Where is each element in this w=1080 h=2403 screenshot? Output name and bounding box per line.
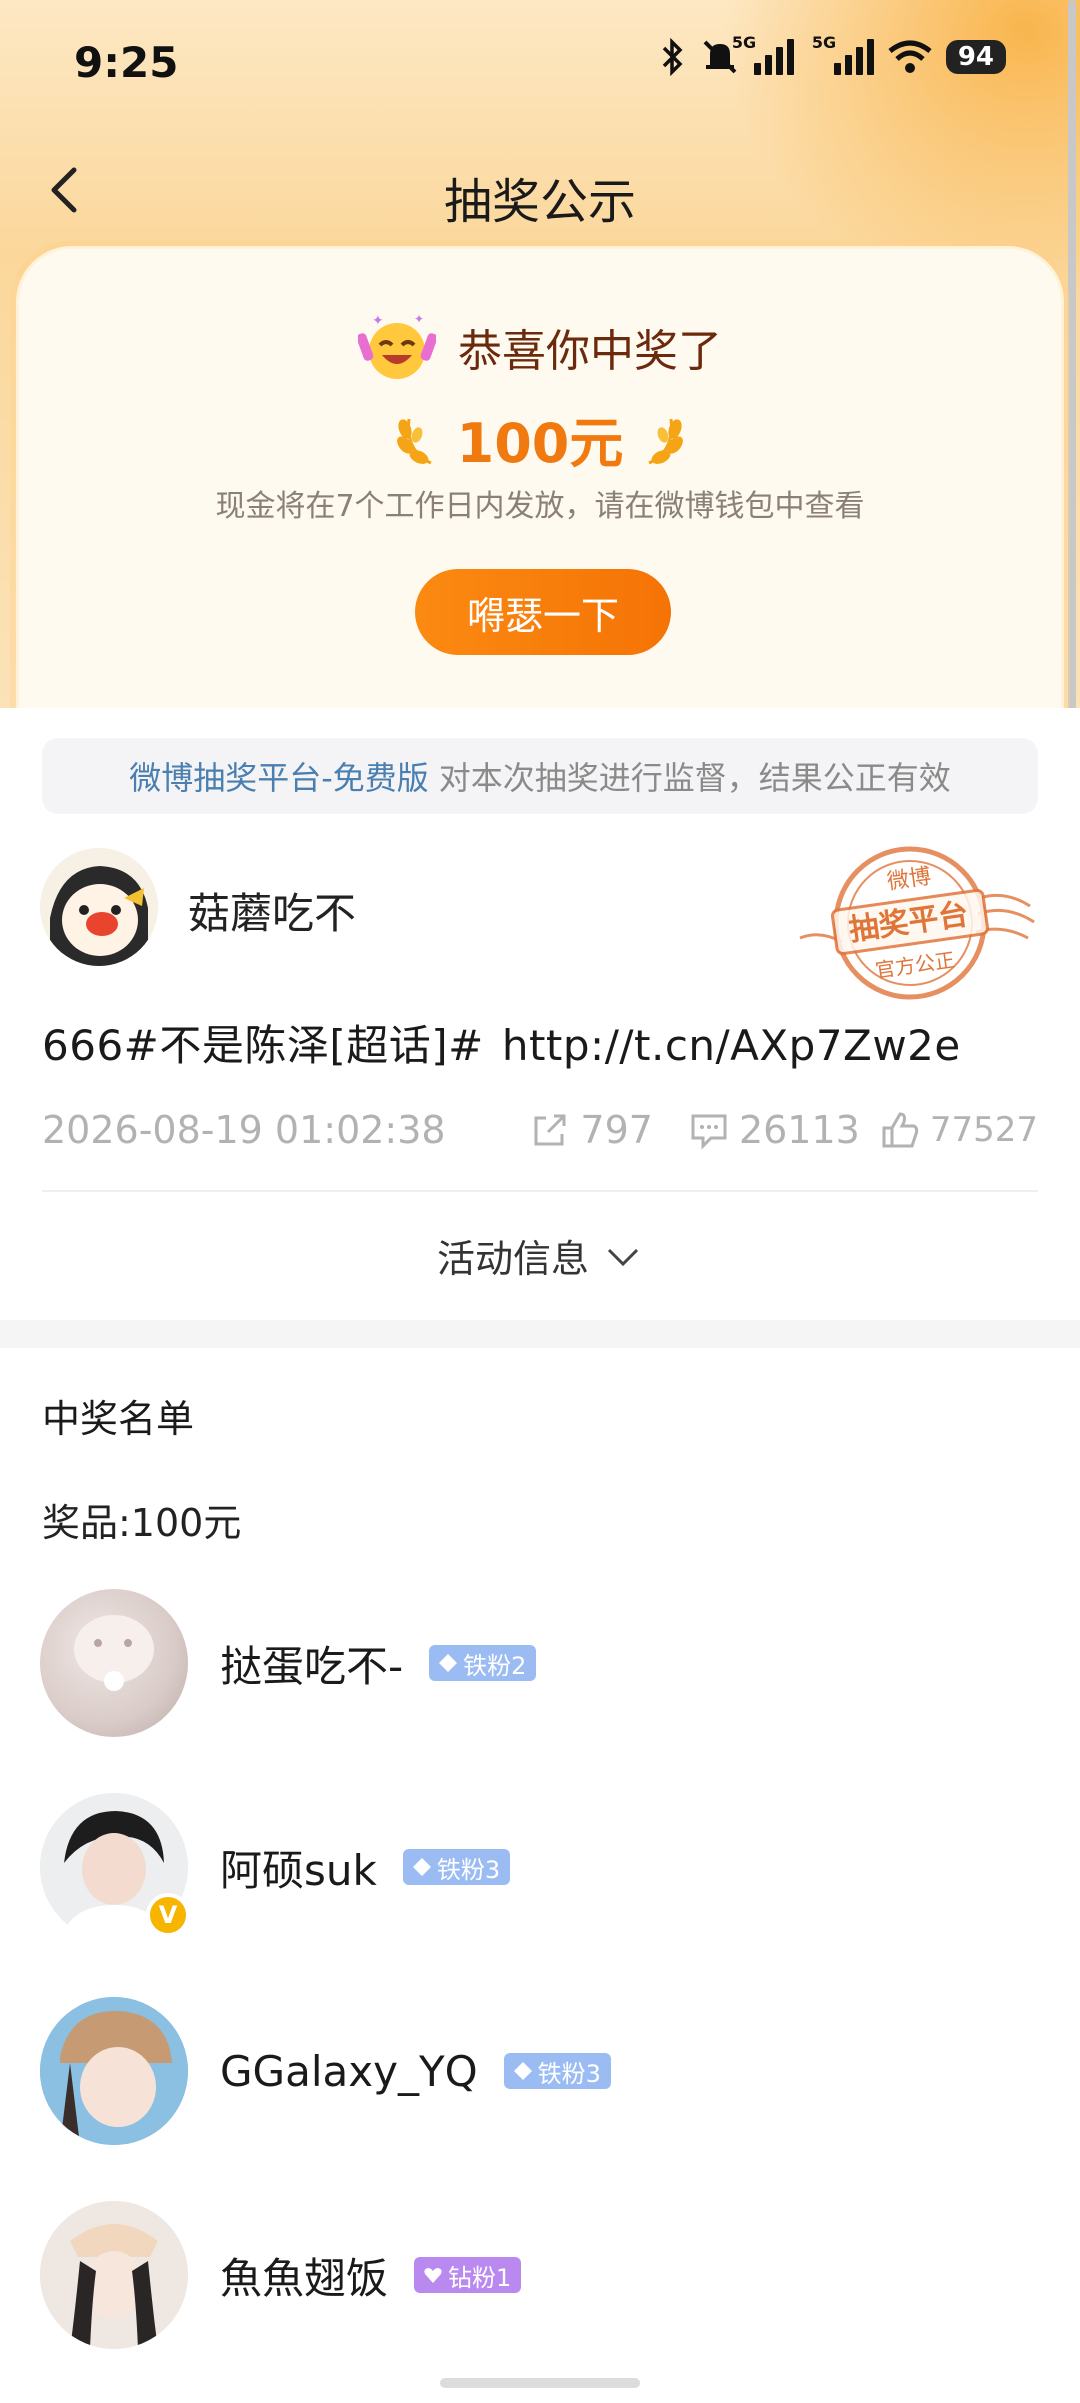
diamond-gem-icon <box>439 1654 458 1672</box>
winner-name[interactable]: 阿硕suk <box>220 1837 377 1898</box>
bluetooth-icon <box>662 38 683 76</box>
status-bar: 9:25 5G 5G 94 <box>0 0 1080 120</box>
congrats-row: ✦ ✦ 恭喜你中奖了 <box>19 311 1061 383</box>
like-stat[interactable]: 77527 <box>880 1110 1038 1150</box>
lottery-platform-link[interactable]: 微博抽奖平台-免费版 <box>129 753 429 799</box>
prize-amount: 100元 <box>456 412 624 475</box>
chevron-down-icon <box>607 1248 639 1266</box>
laurel-right-icon <box>648 418 684 464</box>
status-icons: 5G 5G 94 <box>660 33 1006 76</box>
poster-avatar[interactable] <box>40 848 158 966</box>
like-count: 77527 <box>929 1110 1038 1150</box>
winner-avatar[interactable]: V <box>40 1793 190 1941</box>
badge-label: 铁粉2 <box>463 1651 527 1680</box>
badge-label: 铁粉3 <box>537 2059 601 2088</box>
congrats-text: 恭喜你中奖了 <box>458 326 722 377</box>
home-indicator[interactable] <box>440 2378 640 2388</box>
winner-name[interactable]: 挞蛋吃不- <box>220 1633 403 1694</box>
winner-avatar[interactable] <box>40 2201 188 2349</box>
content-section: 微博抽奖平台-免费版 对本次抽奖进行监督，结果公正有效 菇蘑吃不 微博 抽奖平台… <box>0 708 1080 2403</box>
page-title: 抽奖公示 <box>443 174 636 230</box>
post-link[interactable]: http://t.cn/AXp7Zw2e <box>502 1021 961 1070</box>
network-type-2: 5G <box>811 33 837 52</box>
winner-name[interactable]: GGalaxy_YQ <box>220 2047 478 2096</box>
section-separator <box>0 1320 1080 1348</box>
winner-avatar[interactable] <box>40 1997 188 2145</box>
repost-stat[interactable]: 797 <box>530 1108 653 1152</box>
stamp-bottom-text: 官方公正 <box>874 948 957 983</box>
svg-text:✦: ✦ <box>414 312 424 326</box>
prize-description: 现金将在7个工作日内发放，请在微博钱包中查看 <box>215 489 865 524</box>
divider <box>42 1190 1038 1192</box>
repost-count: 797 <box>580 1108 653 1152</box>
avatar-image <box>74 1615 154 1691</box>
monitor-text: 对本次抽奖进行监督，结果公正有效 <box>438 759 951 797</box>
poster-name[interactable]: 菇蘑吃不 <box>188 880 356 941</box>
comment-count: 26113 <box>738 1108 860 1152</box>
activity-info-toggle[interactable]: 活动信息 <box>0 1228 1080 1283</box>
heart-gem-icon <box>424 2268 442 2283</box>
prize-amount-row: 100元 <box>19 399 1061 478</box>
diamond-gem-icon <box>513 2062 532 2080</box>
avatar-image <box>40 1997 188 2145</box>
badge-label: 铁粉3 <box>436 1855 501 1884</box>
wifi-icon <box>888 40 932 73</box>
prize-card: ✦ ✦ 恭喜你中奖了 100元 现金将在7个工作日内发放，请在微博钱包中查看 嘚… <box>16 246 1064 726</box>
fan-level-badge: 铁粉3 <box>503 2053 611 2089</box>
avatar-image <box>40 2201 188 2349</box>
comment-stat[interactable]: 26113 <box>689 1108 860 1152</box>
nav-bar: 抽奖公示 <box>0 140 1080 240</box>
laughing-emoji-icon: ✦ ✦ <box>358 312 436 379</box>
winner-item[interactable]: 挞蛋吃不- 铁粉2 <box>40 1588 1040 1738</box>
fan-level-badge: 钻粉1 <box>414 2257 522 2293</box>
winner-name[interactable]: 魚魚翅饭 <box>220 2245 388 2306</box>
comment-icon <box>691 1114 727 1150</box>
signal-icon: 5G <box>732 33 794 75</box>
post-time: 2026-08-19 01:02:38 <box>42 1108 446 1152</box>
svg-text:✦: ✦ <box>372 313 384 329</box>
winner-item[interactable]: V 阿硕suk 铁粉3 <box>40 1792 1040 1942</box>
fan-level-badge: 铁粉3 <box>402 1849 511 1885</box>
winner-item[interactable]: GGalaxy_YQ 铁粉3 <box>40 1996 1040 2146</box>
winner-item[interactable]: 魚魚翅饭 钻粉1 <box>40 2200 1040 2350</box>
fan-level-badge: 铁粉2 <box>429 1645 537 1681</box>
stamp-top-text: 微博 <box>886 864 933 895</box>
post-meta-row: 2026-08-19 01:02:38 797 26113 77527 <box>42 1100 1038 1160</box>
winner-avatar[interactable] <box>40 1589 188 1737</box>
post-content[interactable]: 666#不是陈泽[超话]# <box>42 1021 484 1070</box>
post-text: 666#不是陈泽[超话]# http://t.cn/AXp7Zw2e <box>42 1012 961 1073</box>
activity-info-label: 活动信息 <box>436 1237 589 1281</box>
network-type-1: 5G <box>731 33 757 52</box>
status-time: 9:25 <box>74 38 179 87</box>
share-button[interactable]: 嘚瑟一下 <box>415 569 671 655</box>
cartoon-avatar-image <box>40 848 158 966</box>
battery-indicator: 94 <box>945 40 1006 74</box>
monitor-notice: 微博抽奖平台-免费版 对本次抽奖进行监督，结果公正有效 <box>42 738 1038 814</box>
diamond-gem-icon <box>412 1858 431 1876</box>
signal-icon-2: 5G <box>812 33 874 75</box>
badge-label: 钻粉1 <box>448 2263 512 2292</box>
laurel-left-icon <box>396 418 432 464</box>
repost-icon <box>534 1114 566 1146</box>
prize-label: 奖品:100元 <box>42 1501 242 1545</box>
winners-title: 中奖名单 <box>42 1397 195 1441</box>
thumbs-up-icon <box>882 1112 918 1148</box>
official-stamp: 微博 抽奖平台 官方公正 <box>799 846 1035 1000</box>
verified-v-badge: V <box>146 1893 190 1937</box>
